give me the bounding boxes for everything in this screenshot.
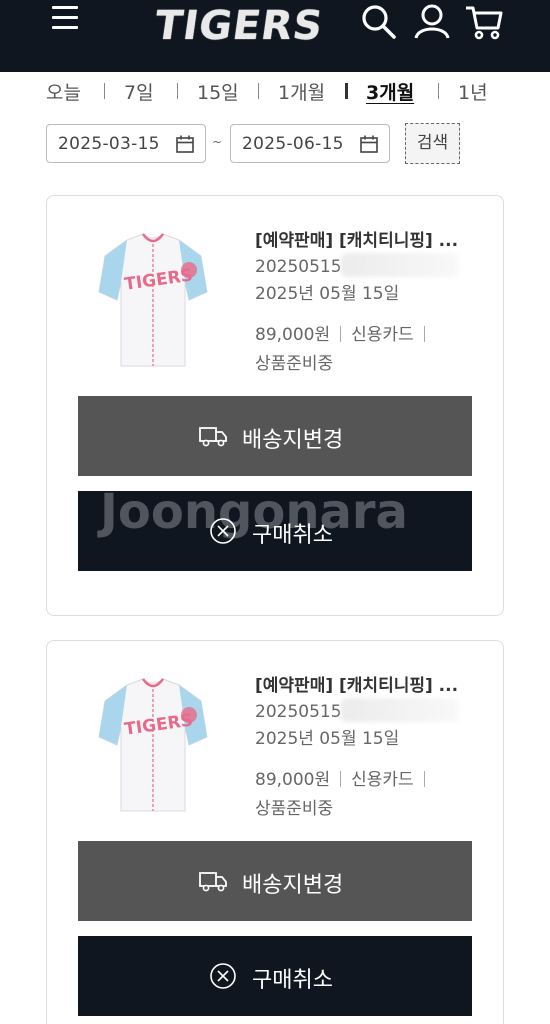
start-date-field[interactable]: 2025-03-15: [46, 124, 206, 163]
order-number: 20250515: [255, 253, 485, 277]
order-card: TIGERS [예약판매] [캐치티니핑] ... 20250515 2025년…: [46, 195, 504, 616]
order-number-value: 20250515: [255, 702, 342, 722]
tab-7days[interactable]: 7일: [124, 78, 154, 105]
cancel-purchase-label: 구매취소: [252, 523, 333, 548]
blurred-order-suffix: [341, 253, 459, 277]
order-info: [예약판매] [캐치티니핑] ... 20250515 2025년 05월 15…: [255, 226, 485, 374]
menu-icon[interactable]: [52, 6, 78, 32]
order-price: 89,000원: [255, 325, 331, 345]
tab-divider: [258, 83, 259, 99]
end-date-value: 2025-06-15: [242, 134, 344, 154]
change-shipping-button[interactable]: 배송지변경: [78, 841, 472, 921]
order-status: 상품준비중: [255, 799, 334, 819]
payment-row: 89,000원 신용카드: [255, 765, 485, 790]
search-icon[interactable]: [358, 2, 398, 42]
user-icon[interactable]: [412, 2, 452, 42]
close-circle-icon: [210, 518, 236, 544]
top-header: TIGERS: [0, 0, 550, 72]
calendar-icon: [176, 135, 194, 153]
tab-divider: [104, 83, 105, 99]
order-number-value: 20250515: [255, 257, 342, 277]
tab-3months[interactable]: 3개월: [366, 78, 414, 105]
product-name[interactable]: [예약판매] [캐치티니핑] ...: [255, 671, 475, 696]
end-date-field[interactable]: 2025-06-15: [230, 124, 390, 163]
jersey-thumbnail[interactable]: TIGERS: [97, 671, 209, 821]
tab-divider: [345, 83, 348, 99]
tab-1month[interactable]: 1개월: [278, 78, 325, 105]
order-info: [예약판매] [캐치티니핑] ... 20250515 2025년 05월 15…: [255, 671, 485, 819]
truck-icon: [199, 427, 227, 447]
tab-divider: [438, 83, 439, 99]
date-range-separator: ~: [212, 135, 223, 149]
payment-row: 89,000원 신용카드: [255, 320, 485, 345]
period-filter-tabs: 오늘 7일 15일 1개월 3개월 1년: [0, 74, 550, 108]
payment-method: 신용카드: [351, 770, 414, 790]
tab-today[interactable]: 오늘: [46, 78, 81, 105]
jersey-thumbnail[interactable]: TIGERS: [97, 226, 209, 376]
tab-1year[interactable]: 1년: [458, 78, 488, 105]
product-name[interactable]: [예약판매] [캐치티니핑] ...: [255, 226, 475, 251]
cancel-purchase-button[interactable]: 구매취소: [78, 491, 472, 571]
change-shipping-button[interactable]: 배송지변경: [78, 396, 472, 476]
truck-icon: [199, 872, 227, 892]
order-card: TIGERS [예약판매] [캐치티니핑] ... 20250515 2025년…: [46, 640, 504, 1024]
order-price: 89,000원: [255, 770, 331, 790]
change-shipping-label: 배송지변경: [242, 428, 344, 453]
order-status: 상품준비중: [255, 354, 334, 374]
change-shipping-label: 배송지변경: [242, 873, 344, 898]
order-date: 2025년 05월 15일: [255, 284, 400, 304]
brand-logo[interactable]: TIGERS: [152, 3, 326, 49]
payment-method: 신용카드: [351, 325, 414, 345]
cancel-purchase-label: 구매취소: [252, 968, 333, 993]
search-button[interactable]: 검색: [405, 123, 460, 164]
tab-divider: [177, 83, 178, 99]
blurred-order-suffix: [341, 698, 459, 722]
cart-icon[interactable]: [464, 2, 504, 42]
calendar-icon: [360, 135, 378, 153]
cancel-purchase-button[interactable]: 구매취소: [78, 936, 472, 1016]
order-number: 20250515: [255, 698, 485, 722]
close-circle-icon: [210, 963, 236, 989]
start-date-value: 2025-03-15: [58, 134, 160, 154]
tab-15days[interactable]: 15일: [197, 78, 239, 105]
order-date: 2025년 05월 15일: [255, 729, 400, 749]
